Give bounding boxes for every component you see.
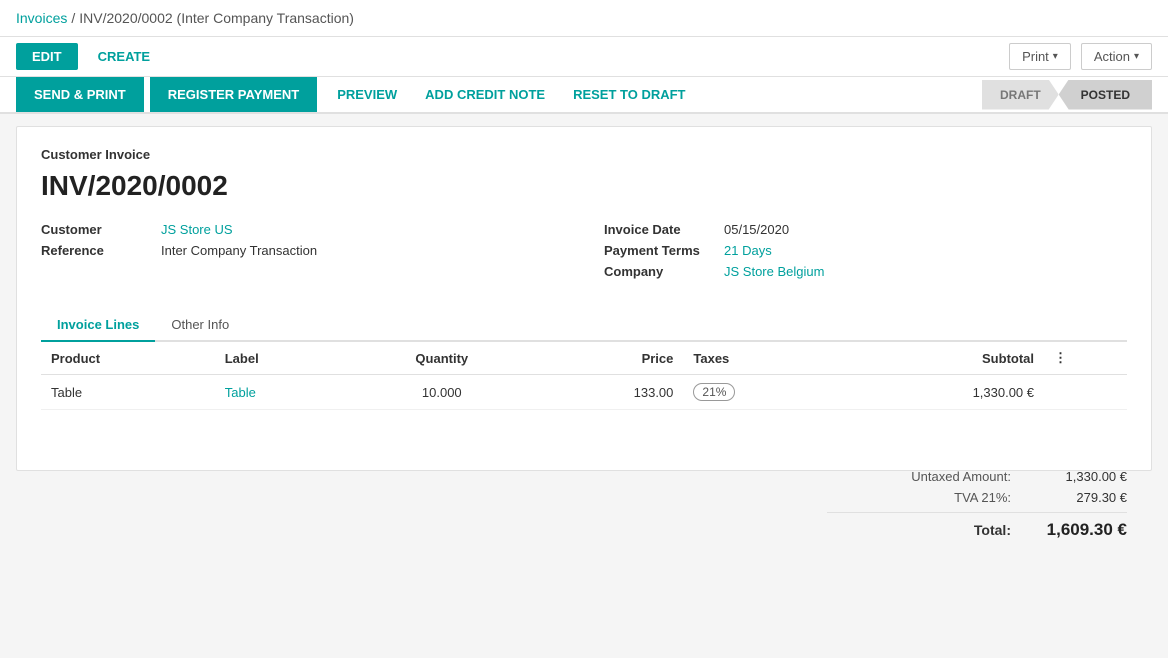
customer-row: Customer JS Store US (41, 222, 564, 237)
print-label: Print (1022, 49, 1049, 64)
top-bar: Invoices / INV/2020/0002 (Inter Company … (0, 0, 1168, 37)
col-taxes: Taxes (683, 342, 839, 375)
totals-divider (827, 512, 1127, 513)
table-row: Table Table 10.000 133.00 21% 1,330.00 € (41, 375, 1127, 410)
untaxed-amount-row: Untaxed Amount: 1,330.00 € (827, 466, 1127, 487)
row-subtotal: 1,330.00 € (839, 375, 1044, 410)
fields-right: Invoice Date 05/15/2020 Payment Terms 21… (604, 222, 1127, 285)
action-label: Action (1094, 49, 1130, 64)
reference-row: Reference Inter Company Transaction (41, 243, 564, 258)
create-button[interactable]: CREATE (88, 43, 160, 70)
untaxed-value: 1,330.00 € (1027, 469, 1127, 484)
col-price: Price (533, 342, 683, 375)
row-menu (1044, 375, 1127, 410)
col-label: Label (215, 342, 351, 375)
col-product: Product (41, 342, 215, 375)
tva-value: 279.30 € (1027, 490, 1127, 505)
edit-button[interactable]: EDIT (16, 43, 78, 70)
payment-terms-label: Payment Terms (604, 243, 724, 258)
payment-terms-value[interactable]: 21 Days (724, 243, 772, 258)
status-draft: DRAFT (982, 80, 1059, 110)
row-label: Table (215, 375, 351, 410)
breadcrumb-current: INV/2020/0002 (Inter Company Transaction… (79, 10, 354, 26)
row-taxes: 21% (683, 375, 839, 410)
reference-value: Inter Company Transaction (161, 243, 317, 258)
col-menu[interactable]: ⋮ (1044, 342, 1127, 375)
breadcrumb-parent[interactable]: Invoices (16, 10, 67, 26)
customer-label: Customer (41, 222, 161, 237)
action-bar: EDIT CREATE Print ▾ Action ▾ (0, 37, 1168, 77)
invoice-fields: Customer JS Store US Reference Inter Com… (41, 222, 1127, 285)
tab-invoice-lines[interactable]: Invoice Lines (41, 309, 155, 342)
tva-label: TVA 21%: (871, 490, 1011, 505)
breadcrumb-separator: / (71, 10, 75, 26)
tab-other-info[interactable]: Other Info (155, 309, 245, 342)
payment-terms-row: Payment Terms 21 Days (604, 243, 1127, 258)
tabs: Invoice Lines Other Info (41, 309, 1127, 342)
row-product: Table (41, 375, 215, 410)
preview-button[interactable]: PREVIEW (323, 77, 411, 112)
row-quantity: 10.000 (350, 375, 533, 410)
company-value[interactable]: JS Store Belgium (724, 264, 824, 279)
reference-label: Reference (41, 243, 161, 258)
tax-badge: 21% (693, 383, 735, 401)
invoice-date-row: Invoice Date 05/15/2020 (604, 222, 1127, 237)
company-label: Company (604, 264, 724, 279)
col-quantity: Quantity (350, 342, 533, 375)
add-credit-note-button[interactable]: ADD CREDIT NOTE (411, 77, 559, 112)
col-subtotal: Subtotal (839, 342, 1044, 375)
totals-section: Untaxed Amount: 1,330.00 € TVA 21%: 279.… (827, 466, 1127, 543)
invoice-date-value: 05/15/2020 (724, 222, 789, 237)
action-dropdown-arrow: ▾ (1134, 51, 1139, 62)
main-content: Customer Invoice INV/2020/0002 Customer … (16, 126, 1152, 471)
status-posted: POSTED (1059, 80, 1152, 110)
invoice-number: INV/2020/0002 (41, 170, 1127, 202)
invoice-date-label: Invoice Date (604, 222, 724, 237)
status-bar: DRAFT POSTED (982, 80, 1152, 110)
tva-row: TVA 21%: 279.30 € (827, 487, 1127, 508)
total-value: 1,609.30 € (1027, 520, 1127, 540)
untaxed-label: Untaxed Amount: (871, 469, 1011, 484)
company-row: Company JS Store Belgium (604, 264, 1127, 279)
fields-left: Customer JS Store US Reference Inter Com… (41, 222, 564, 285)
send-print-button[interactable]: SEND & PRINT (16, 77, 144, 112)
register-payment-button[interactable]: REGISTER PAYMENT (150, 77, 317, 112)
total-label: Total: (871, 522, 1011, 538)
toolbar: SEND & PRINT REGISTER PAYMENT PREVIEW AD… (0, 77, 1168, 114)
grand-total-row: Total: 1,609.30 € (827, 517, 1127, 543)
print-dropdown-arrow: ▾ (1053, 51, 1058, 62)
reset-to-draft-button[interactable]: RESET TO DRAFT (559, 77, 699, 112)
breadcrumb: Invoices / INV/2020/0002 (Inter Company … (16, 10, 354, 26)
row-price: 133.00 (533, 375, 683, 410)
action-button[interactable]: Action ▾ (1081, 43, 1152, 70)
customer-value[interactable]: JS Store US (161, 222, 233, 237)
invoice-table: Product Label Quantity Price Taxes Subto… (41, 342, 1127, 410)
invoice-type: Customer Invoice (41, 147, 1127, 162)
print-button[interactable]: Print ▾ (1009, 43, 1071, 70)
